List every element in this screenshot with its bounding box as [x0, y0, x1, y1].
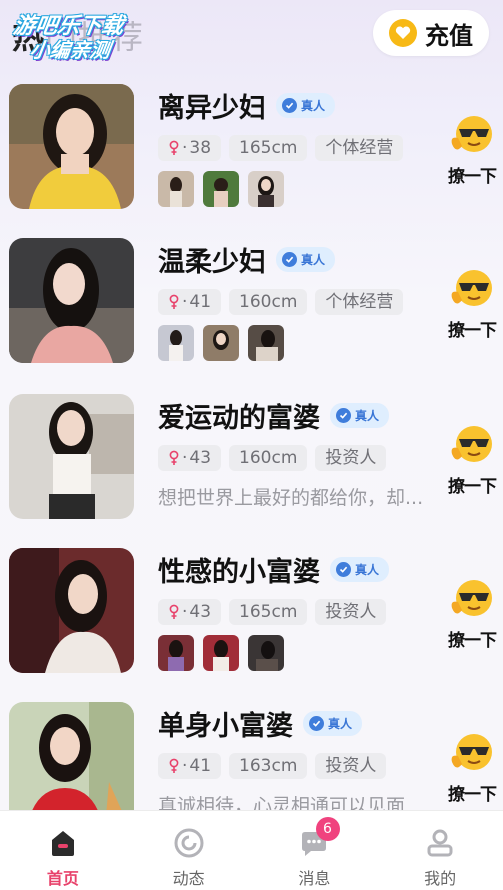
check-icon: [336, 562, 351, 577]
thumb-photo[interactable]: [158, 171, 194, 207]
profile-photo[interactable]: [9, 238, 134, 363]
verified-badge: 真人: [276, 247, 336, 272]
thumb-photo[interactable]: [158, 325, 194, 361]
age-tag: · 41: [158, 753, 222, 779]
job-tag: 个体经营: [315, 289, 404, 315]
flirt-button[interactable]: 撩一下: [443, 422, 501, 502]
thumb-photo[interactable]: [248, 325, 284, 361]
verified-badge: 真人: [276, 93, 336, 118]
thumb-photo[interactable]: [203, 325, 239, 361]
tab-me[interactable]: 我的: [377, 811, 503, 890]
photo-thumbs: [158, 325, 284, 361]
home-icon: [51, 831, 74, 856]
profile-card[interactable]: 爱运动的富婆 真人 · 43 160cm 投资人 想把世界上最好的都给你，却...…: [0, 380, 503, 530]
bottom-tab-bar: 首页 动态 6 消息 我的: [0, 810, 503, 890]
height-tag: 165cm: [229, 135, 308, 161]
recharge-label: 充值: [425, 21, 473, 50]
tab-messages[interactable]: 6 消息: [252, 811, 378, 890]
thumb-photo[interactable]: [158, 635, 194, 671]
thumb-photo[interactable]: [203, 635, 239, 671]
heart-coin-icon: [389, 19, 417, 47]
flirt-button[interactable]: 撩一下: [443, 266, 501, 346]
photo-thumbs: [158, 635, 284, 671]
height-tag: 160cm: [229, 289, 308, 315]
profile-card[interactable]: 性感的小富婆 真人 · 43 165cm 投资人 撩一下: [0, 534, 503, 684]
female-icon: [169, 294, 179, 309]
profile-card[interactable]: 离异少妇 真人 · 38 165cm 个体经营 撩一下: [0, 70, 503, 220]
profile-photo[interactable]: [9, 548, 134, 673]
thumb-photo[interactable]: [248, 171, 284, 207]
profile-name: 离异少妇: [158, 93, 266, 124]
profile-bio: 想把世界上最好的都给你，却...: [158, 487, 424, 509]
height-tag: 165cm: [229, 599, 308, 625]
tab-home[interactable]: 首页: [0, 811, 126, 890]
unread-badge: 6: [315, 817, 340, 841]
cool-emoji-icon: [451, 426, 492, 462]
check-icon: [309, 716, 324, 731]
tab-moments[interactable]: 动态: [126, 811, 252, 890]
thumb-photo[interactable]: [248, 635, 284, 671]
moments-icon: [174, 828, 204, 858]
female-icon: [169, 758, 179, 773]
profile-card[interactable]: 温柔少妇 真人 · 41 160cm 个体经营 撩一下: [0, 224, 503, 374]
watermark: 游吧乐下载 小编亲测: [11, 14, 126, 62]
job-tag: 投资人: [315, 753, 387, 779]
flirt-button[interactable]: 撩一下: [443, 112, 501, 192]
header: 热门推荐 游吧乐下载 小编亲测 充值: [0, 0, 503, 70]
female-icon: [169, 140, 179, 155]
height-tag: 163cm: [229, 753, 308, 779]
female-icon: [169, 604, 179, 619]
cool-emoji-icon: [451, 270, 492, 306]
profile-bio: 真诚相待，心灵相通可以见面: [158, 795, 406, 810]
job-tag: 投资人: [315, 599, 387, 625]
flirt-button[interactable]: 撩一下: [443, 576, 501, 656]
profile-name: 温柔少妇: [158, 247, 266, 278]
female-icon: [169, 450, 179, 465]
profile-photo[interactable]: [9, 84, 134, 209]
profile-name: 性感的小富婆: [158, 557, 320, 588]
age-tag: · 38: [158, 135, 222, 161]
job-tag: 投资人: [315, 445, 387, 471]
profile-icon: [427, 829, 453, 857]
profile-photo[interactable]: [9, 394, 134, 519]
check-icon: [282, 98, 297, 113]
profile-list[interactable]: 离异少妇 真人 · 38 165cm 个体经营 撩一下 温柔少妇 真人 · 41 1…: [0, 70, 503, 810]
thumb-photo[interactable]: [203, 171, 239, 207]
cool-emoji-icon: [451, 116, 492, 152]
profile-name: 爱运动的富婆: [158, 403, 320, 434]
check-icon: [282, 252, 297, 267]
verified-badge: 真人: [303, 711, 363, 736]
photo-thumbs: [158, 171, 284, 207]
recharge-button[interactable]: 充值: [373, 10, 489, 56]
cool-emoji-icon: [451, 734, 492, 770]
verified-badge: 真人: [330, 403, 390, 428]
profile-name: 单身小富婆: [158, 711, 293, 742]
cool-emoji-icon: [451, 580, 492, 616]
job-tag: 个体经营: [315, 135, 404, 161]
profile-card[interactable]: 单身小富婆 真人 · 41 163cm 投资人 真诚相待，心灵相通可以见面 撩一下: [0, 688, 503, 810]
age-tag: · 43: [158, 445, 222, 471]
height-tag: 160cm: [229, 445, 308, 471]
age-tag: · 43: [158, 599, 222, 625]
check-icon: [336, 408, 351, 423]
age-tag: · 41: [158, 289, 222, 315]
flirt-button[interactable]: 撩一下: [443, 730, 501, 810]
profile-photo[interactable]: [9, 702, 134, 810]
verified-badge: 真人: [330, 557, 390, 582]
